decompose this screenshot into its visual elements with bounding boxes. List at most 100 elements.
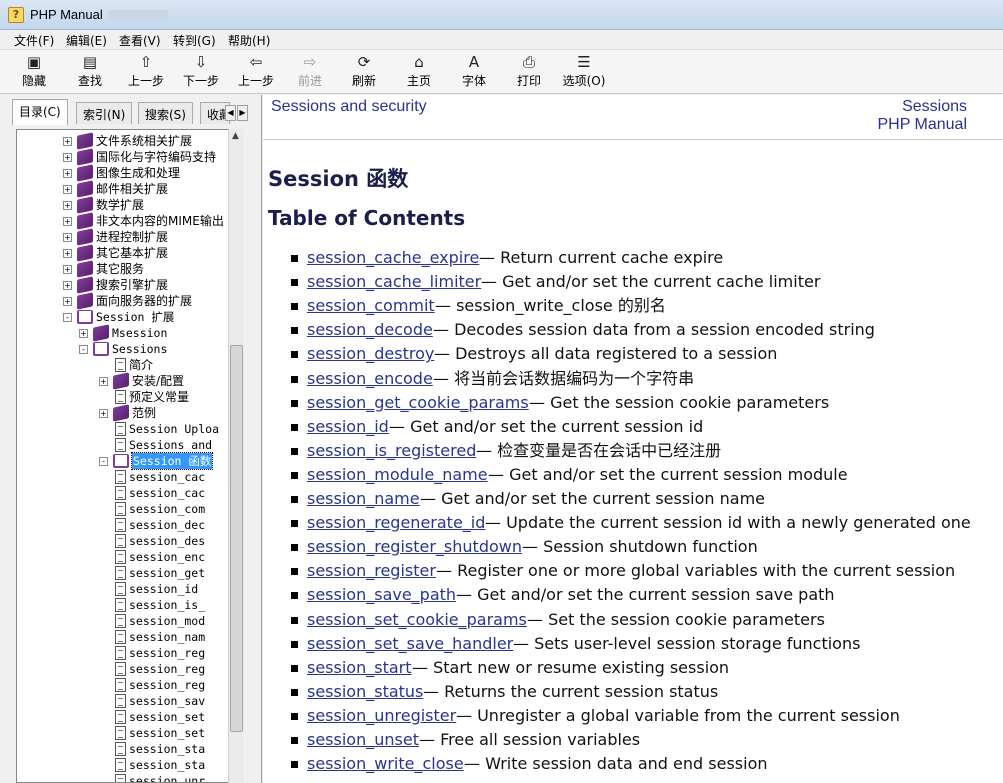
function-link[interactable]: session_commit (307, 295, 435, 317)
tree-item[interactable]: - Sessions (17, 341, 243, 357)
tree-item[interactable]: - Session 函数 (17, 452, 243, 470)
tree-item[interactable]: session_reg (17, 645, 243, 661)
tree-item[interactable]: + 进程控制扩展 (17, 228, 243, 246)
expand-icon[interactable]: + (63, 297, 72, 306)
expand-icon[interactable]: + (63, 281, 72, 290)
tree-item[interactable]: + 其它服务 (17, 260, 243, 278)
toolbar-button-home[interactable]: ⌂ 主页 (395, 53, 443, 91)
scroll-up-arrow-icon[interactable]: ▲ (232, 131, 239, 141)
tree-item[interactable]: session_sta (17, 741, 243, 757)
toolbar-button-hide[interactable]: ▣ 隐藏 (10, 53, 58, 91)
function-link[interactable]: session_register (307, 560, 436, 582)
toolbar-button-refresh[interactable]: ⟳ 刷新 (340, 53, 388, 91)
function-link[interactable]: session_name (307, 488, 420, 510)
tree-item[interactable]: session_dec (17, 517, 243, 533)
tree-item[interactable]: + 安装/配置 (17, 372, 243, 390)
tree-item[interactable]: + 国际化与字符编码支持 (17, 148, 243, 166)
tree-item[interactable]: session_reg (17, 661, 243, 677)
tree-item[interactable]: session_set (17, 709, 243, 725)
menu-edit[interactable]: 编辑(E) (66, 32, 107, 49)
tree-item[interactable]: + 邮件相关扩展 (17, 180, 243, 198)
tree-item[interactable]: 预定义常量 (17, 389, 243, 405)
toolbar-button-down-arrow[interactable]: ⇩ 下一步 (177, 53, 225, 91)
tab-scroll-left-button[interactable]: ◀ (225, 105, 236, 121)
expand-icon[interactable]: + (63, 233, 72, 242)
toolbar-button-font[interactable]: A 字体 (450, 53, 498, 91)
toolbar-button-options[interactable]: ☰ 选项(O) (560, 53, 608, 91)
tree-item[interactable]: + 文件系统相关扩展 (17, 132, 243, 150)
tree-item[interactable]: session_enc (17, 549, 243, 565)
function-link[interactable]: session_set_save_handler (307, 633, 513, 655)
tree-item[interactable]: + 搜索引擎扩展 (17, 276, 243, 294)
tree-item[interactable]: 简介 (17, 357, 243, 373)
collapse-icon[interactable]: - (99, 457, 108, 466)
menu-goto[interactable]: 转到(G) (173, 32, 216, 49)
function-link[interactable]: session_regenerate_id (307, 512, 485, 534)
toolbar-button-back-arrow[interactable]: ⇦ 上一步 (232, 53, 280, 91)
function-link[interactable]: session_encode (307, 368, 433, 390)
expand-icon[interactable]: + (63, 249, 72, 258)
tab-index[interactable]: 索引(N) (76, 102, 133, 124)
tree-item[interactable]: session_is_ (17, 597, 243, 613)
tree-item[interactable]: + Msession (17, 324, 243, 342)
tree-item[interactable]: session_cac (17, 469, 243, 485)
tree-item[interactable]: session_des (17, 533, 243, 549)
toolbar-button-up-arrow[interactable]: ⇧ 上一步 (122, 53, 170, 91)
scrollbar-thumb[interactable] (230, 345, 243, 732)
expand-icon[interactable]: + (63, 153, 72, 162)
expand-icon[interactable]: + (63, 201, 72, 210)
collapse-icon[interactable]: - (79, 345, 88, 354)
expand-icon[interactable]: + (63, 265, 72, 274)
expand-icon[interactable]: + (63, 185, 72, 194)
function-link[interactable]: session_register_shutdown (307, 536, 522, 558)
function-link[interactable]: session_decode (307, 319, 433, 341)
tree-item[interactable]: + 范例 (17, 404, 243, 422)
menu-file[interactable]: 文件(F) (14, 32, 54, 49)
function-link[interactable]: session_id (307, 416, 389, 438)
menu-help[interactable]: 帮助(H) (228, 32, 270, 49)
expand-icon[interactable]: + (63, 137, 72, 146)
function-link[interactable]: session_start (307, 657, 412, 679)
expand-icon[interactable]: + (99, 409, 108, 418)
function-link[interactable]: session_cache_expire (307, 247, 479, 269)
prev-page-link[interactable]: Sessions and security (271, 98, 427, 116)
tree-item[interactable]: + 非文本内容的MIME输出 (17, 212, 243, 230)
tree-item[interactable]: session_set (17, 725, 243, 741)
function-link[interactable]: session_cache_limiter (307, 271, 481, 293)
tab-contents[interactable]: 目录(C) (12, 99, 68, 125)
tree-item[interactable]: session_mod (17, 613, 243, 629)
toolbar-button-forward-arrow[interactable]: ⇨ 前进 (286, 53, 334, 91)
tree-item[interactable]: + 面向服务器的扩展 (17, 292, 243, 310)
tree-item[interactable]: session_com (17, 501, 243, 517)
expand-icon[interactable]: + (79, 329, 88, 338)
function-link[interactable]: session_write_close (307, 753, 464, 775)
tree-item[interactable]: session_sta (17, 757, 243, 773)
function-link[interactable]: session_unset (307, 729, 419, 751)
function-link[interactable]: session_is_registered (307, 440, 476, 462)
toolbar-button-print[interactable]: ⎙ 打印 (505, 53, 553, 91)
function-link[interactable]: session_status (307, 681, 423, 703)
home-page-link[interactable]: PHP Manual (877, 116, 967, 134)
function-link[interactable]: session_destroy (307, 343, 434, 365)
tree-item[interactable]: + 其它基本扩展 (17, 244, 243, 262)
expand-icon[interactable]: + (63, 169, 72, 178)
tree-item[interactable]: - Session 扩展 (17, 309, 243, 325)
tab-search[interactable]: 搜索(S) (138, 102, 193, 124)
function-link[interactable]: session_set_cookie_params (307, 609, 527, 631)
menu-view[interactable]: 查看(V) (119, 32, 161, 49)
tree-scrollbar[interactable]: ▲ (228, 129, 244, 783)
tree-item[interactable]: session_sav (17, 693, 243, 709)
tree-item[interactable]: session_unr (17, 773, 243, 782)
tree-item[interactable]: Sessions and (17, 437, 243, 453)
toolbar-button-find[interactable]: ▤ 查找 (66, 53, 114, 91)
tab-scroll-right-button[interactable]: ▶ (237, 105, 248, 121)
expand-icon[interactable]: + (99, 377, 108, 386)
tree-item[interactable]: session_get (17, 565, 243, 581)
expand-icon[interactable]: + (63, 217, 72, 226)
tree-item[interactable]: Session Uploa (17, 421, 243, 437)
collapse-icon[interactable]: - (63, 313, 72, 322)
tree-item[interactable]: + 数学扩展 (17, 196, 243, 214)
function-link[interactable]: session_module_name (307, 464, 488, 486)
tree-item[interactable]: session_cac (17, 485, 243, 501)
up-page-link[interactable]: Sessions (902, 98, 967, 116)
